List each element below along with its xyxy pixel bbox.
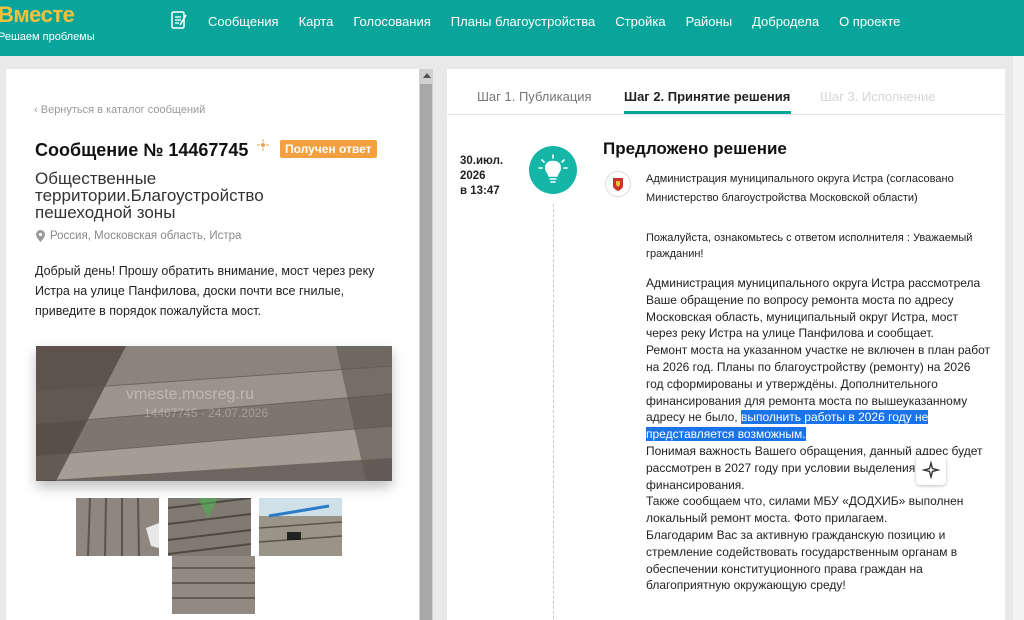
nav-about[interactable]: О проекте [839, 14, 900, 29]
photo-thumbnail-4[interactable] [172, 556, 255, 614]
logo-title[interactable]: Вместе [0, 2, 75, 28]
left-scrollbar-thumb[interactable] [420, 84, 432, 620]
document-edit-icon[interactable] [171, 11, 187, 30]
tab-step-3-execution[interactable]: Шаг 3. Исполнение [820, 89, 935, 104]
right-edge-strip [1013, 56, 1024, 620]
photo-thumbnail-3[interactable] [259, 498, 342, 556]
top-header: Вместе Решаем проблемы Сообщения Карта Г… [0, 0, 1024, 56]
active-tab-underline [624, 111, 791, 114]
scroll-up-arrow-icon[interactable] [423, 73, 431, 78]
nav-voting[interactable]: Голосования [353, 14, 430, 29]
location-pin-icon [36, 230, 45, 242]
answer-intro: Пожалуйста, ознакомьтесь с ответом испол… [646, 232, 973, 260]
sparkle-selection-icon [921, 460, 941, 480]
lightbulb-icon [538, 154, 568, 183]
step-tabs: Шаг 1. Публикация Шаг 2. Принятие решени… [447, 69, 1005, 115]
message-category: Общественные территории.Благоустройство … [35, 169, 264, 222]
answer-text: Администрация муниципального округа Истр… [646, 275, 991, 594]
selection-action-button[interactable] [916, 455, 946, 485]
logo-subtitle: Решаем проблемы [0, 31, 95, 43]
tab-step-1-publication[interactable]: Шаг 1. Публикация [477, 89, 592, 104]
answer-paragraph-4: Также сообщаем что, силами МБУ «ДОДХИБ» … [646, 494, 964, 526]
message-location: Россия, Московская область, Истра [36, 230, 241, 242]
decision-panel: Шаг 1. Публикация Шаг 2. Принятие решени… [447, 69, 1005, 620]
photo-watermark: vmeste.mosreg.ru [126, 386, 255, 403]
answer-paragraph-5: Благодарим Вас за активную гражданскую п… [646, 527, 958, 593]
nav-construction[interactable]: Стройка [615, 14, 665, 29]
org-name: Администрация муниципального округа Истр… [646, 173, 954, 204]
answer-paragraph-2: Ремонт моста на указанном участке не вкл… [646, 343, 991, 442]
decision-title: Предложено решение [603, 139, 787, 158]
status-badge: Получен ответ [280, 140, 377, 158]
photo-thumbnail-1[interactable] [76, 498, 159, 556]
message-title: Сообщение № 14467745 [35, 140, 249, 160]
nav-districts[interactable]: Районы [686, 14, 732, 29]
back-to-catalog-link[interactable]: ‹ Вернуться в каталог сообщений [34, 104, 205, 116]
nav-map[interactable]: Карта [299, 14, 334, 29]
tab-step-2-decision[interactable]: Шаг 2. Принятие решения [624, 89, 790, 104]
timeline-line [553, 204, 554, 620]
nav-volunteers[interactable]: Добродела [752, 14, 819, 29]
sparkle-icon [257, 139, 269, 151]
nav-messages[interactable]: Сообщения [208, 14, 279, 29]
org-emblem-icon [605, 171, 631, 197]
timeline-marker [529, 146, 577, 194]
decision-date: 30.июл. 2026 в 13:47 [460, 155, 504, 197]
answer-paragraph-1: Администрация муниципального округа Истр… [646, 276, 981, 341]
nav-improvement-plans[interactable]: Планы благоустройства [451, 14, 596, 29]
chevron-left-icon: ‹ [34, 104, 41, 116]
photo-watermark-2: 14467745 · 24.07.2026 [144, 406, 269, 420]
message-panel: ‹ Вернуться в каталог сообщений Сообщени… [6, 69, 419, 620]
message-text: Добрый день! Прошу обратить внимание, мо… [35, 264, 375, 318]
main-nav: Сообщения Карта Голосования Планы благоу… [208, 14, 920, 29]
main-photo[interactable]: vmeste.mosreg.ru 14467745 · 24.07.2026 [36, 346, 392, 481]
photo-thumbnail-2[interactable] [168, 498, 251, 556]
